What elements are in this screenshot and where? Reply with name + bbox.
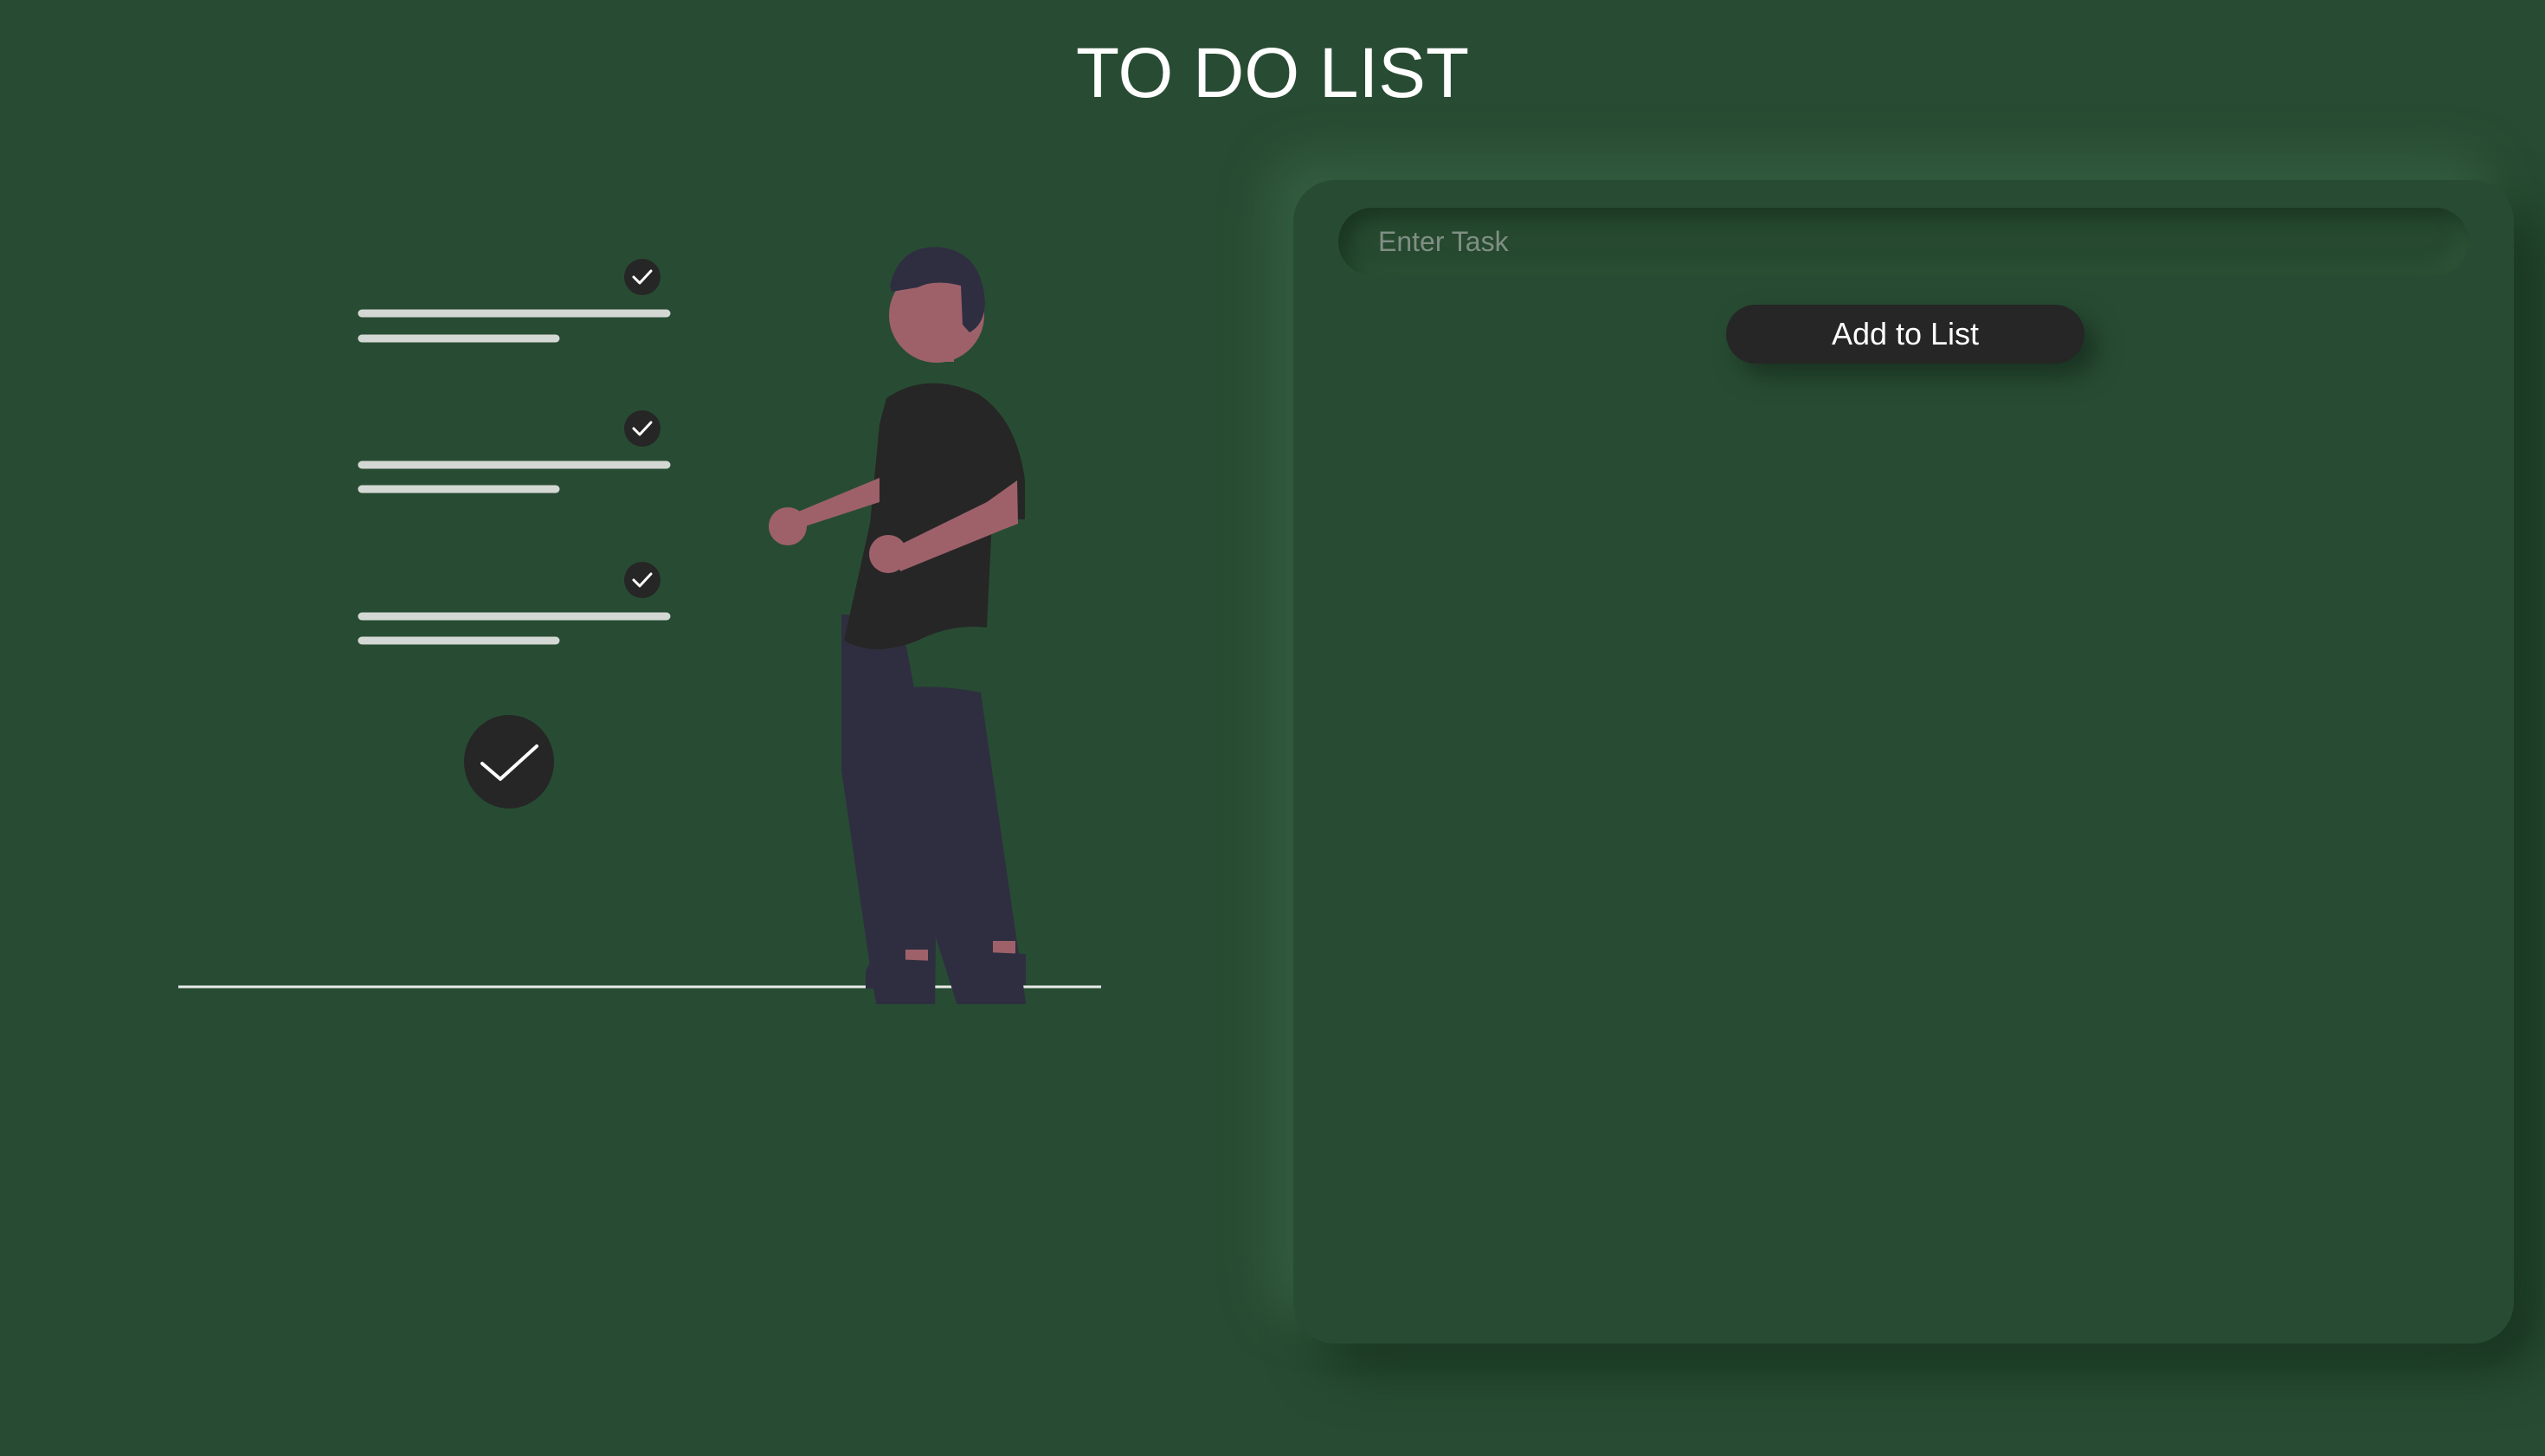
person-figure	[769, 247, 1027, 1004]
checklist-item	[358, 410, 671, 493]
check-icon	[624, 259, 660, 295]
page-title: TO DO LIST	[1075, 34, 1470, 113]
large-check-icon	[464, 715, 554, 809]
checklist-item	[358, 562, 671, 645]
page: TO DO LIST Enter Task Add to List	[0, 0, 2545, 1456]
todo-illustration	[178, 247, 1101, 1004]
task-input[interactable]	[1338, 208, 2469, 275]
checklist-item	[358, 259, 671, 343]
check-icon	[624, 410, 660, 447]
todo-panel: Add to List	[1293, 180, 2514, 1343]
add-to-list-button[interactable]: Add to List	[1726, 305, 2084, 364]
check-icon	[624, 562, 660, 598]
